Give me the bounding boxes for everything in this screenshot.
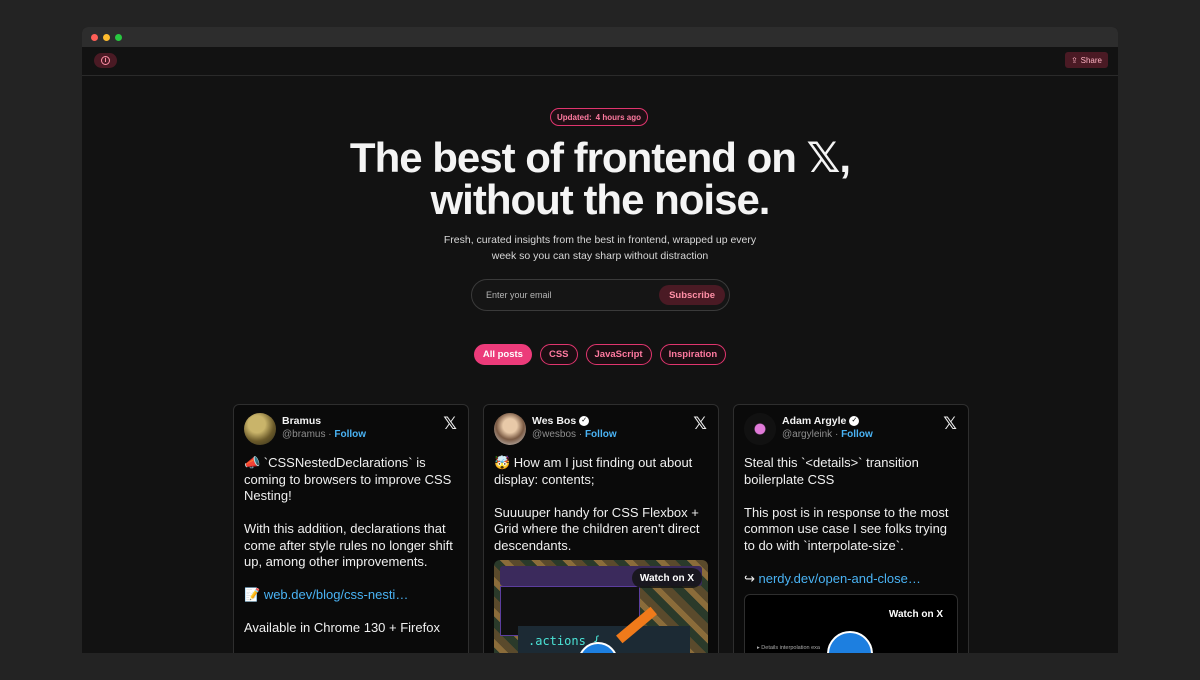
minimize-window-button[interactable] (103, 33, 110, 41)
post-text: 🤯 How am I just finding out about displa… (494, 455, 700, 553)
avatar[interactable] (494, 413, 526, 445)
page-title: The best of frontend on 𝕏, without the n… (349, 133, 851, 223)
browser-window: i ⇪ Share Updated: 4 hours ago The best … (82, 27, 1118, 653)
subscribe-button[interactable]: Subscribe (659, 285, 725, 305)
post-text: 📣 `CSSNestedDeclarations` is coming to b… (244, 455, 453, 635)
post-video[interactable]: Watch on X ▸ Details interpolation exa (744, 594, 958, 653)
share-label: Share (1080, 55, 1102, 65)
subscribe-form: Subscribe (471, 279, 730, 311)
info-button[interactable]: i (94, 53, 117, 68)
page-subtitle: Fresh, curated insights from the best in… (443, 234, 757, 262)
avatar[interactable] (744, 413, 776, 445)
updated-badge: Updated: 4 hours ago (550, 108, 649, 126)
follow-link[interactable]: Follow (585, 429, 617, 440)
x-icon[interactable]: 𝕏 (443, 414, 457, 434)
post-link[interactable]: nerdy.dev/open-and-close… (759, 571, 921, 586)
maximize-window-button[interactable] (115, 33, 122, 41)
video-caption: ▸ Details interpolation exa (757, 645, 820, 651)
post-grid: Bramus @bramus · Follow 𝕏 📣 `CSSNestedDe… (233, 404, 969, 653)
filter-css[interactable]: CSS (539, 344, 578, 365)
post-card[interactable]: Bramus @bramus · Follow 𝕏 📣 `CSSNestedDe… (233, 404, 469, 653)
close-window-button[interactable] (91, 33, 98, 41)
x-logo-inline: 𝕏 (806, 133, 841, 182)
post-card[interactable]: Wes Bos ✓ @wesbos · Follow 𝕏 🤯 How am I j… (483, 404, 719, 653)
author-handle[interactable]: @bramus (282, 429, 326, 440)
follow-link[interactable]: Follow (841, 429, 873, 440)
post-video[interactable]: .actions { Watch on X (494, 560, 708, 653)
window-titlebar (82, 27, 1118, 47)
post-link[interactable]: web.dev/blog/css-nesti… (264, 587, 409, 602)
info-icon: i (101, 56, 110, 65)
share-icon: ⇪ (1070, 55, 1078, 65)
x-icon[interactable]: 𝕏 (943, 414, 957, 434)
top-bar: i ⇪ Share (82, 47, 1118, 76)
category-filters: All posts CSS JavaScript Inspiration (82, 344, 1118, 365)
verified-badge-icon: ✓ (849, 416, 860, 426)
play-icon[interactable] (827, 631, 873, 653)
author-name[interactable]: Wes Bos (532, 415, 576, 427)
watch-on-x-button[interactable]: Watch on X (631, 568, 702, 588)
email-field[interactable] (486, 290, 660, 300)
author-handle[interactable]: @wesbos (532, 429, 576, 440)
avatar[interactable] (244, 413, 276, 445)
author-name[interactable]: Bramus (282, 415, 321, 427)
filter-javascript[interactable]: JavaScript (585, 344, 652, 365)
share-button[interactable]: ⇪ Share (1064, 52, 1108, 68)
author-name[interactable]: Adam Argyle (782, 415, 846, 427)
follow-link[interactable]: Follow (334, 429, 366, 440)
x-icon[interactable]: 𝕏 (693, 414, 707, 434)
filter-all-posts[interactable]: All posts (473, 344, 532, 365)
filter-inspiration[interactable]: Inspiration (659, 344, 727, 365)
verified-badge-icon: ✓ (579, 416, 590, 426)
author-handle[interactable]: @argyleink (782, 429, 832, 440)
post-card[interactable]: Adam Argyle ✓ @argyleink · Follow 𝕏 Steal… (733, 404, 969, 653)
post-text: Steal this `<details>` transition boiler… (744, 455, 949, 586)
watch-on-x-button[interactable]: Watch on X (881, 604, 951, 624)
